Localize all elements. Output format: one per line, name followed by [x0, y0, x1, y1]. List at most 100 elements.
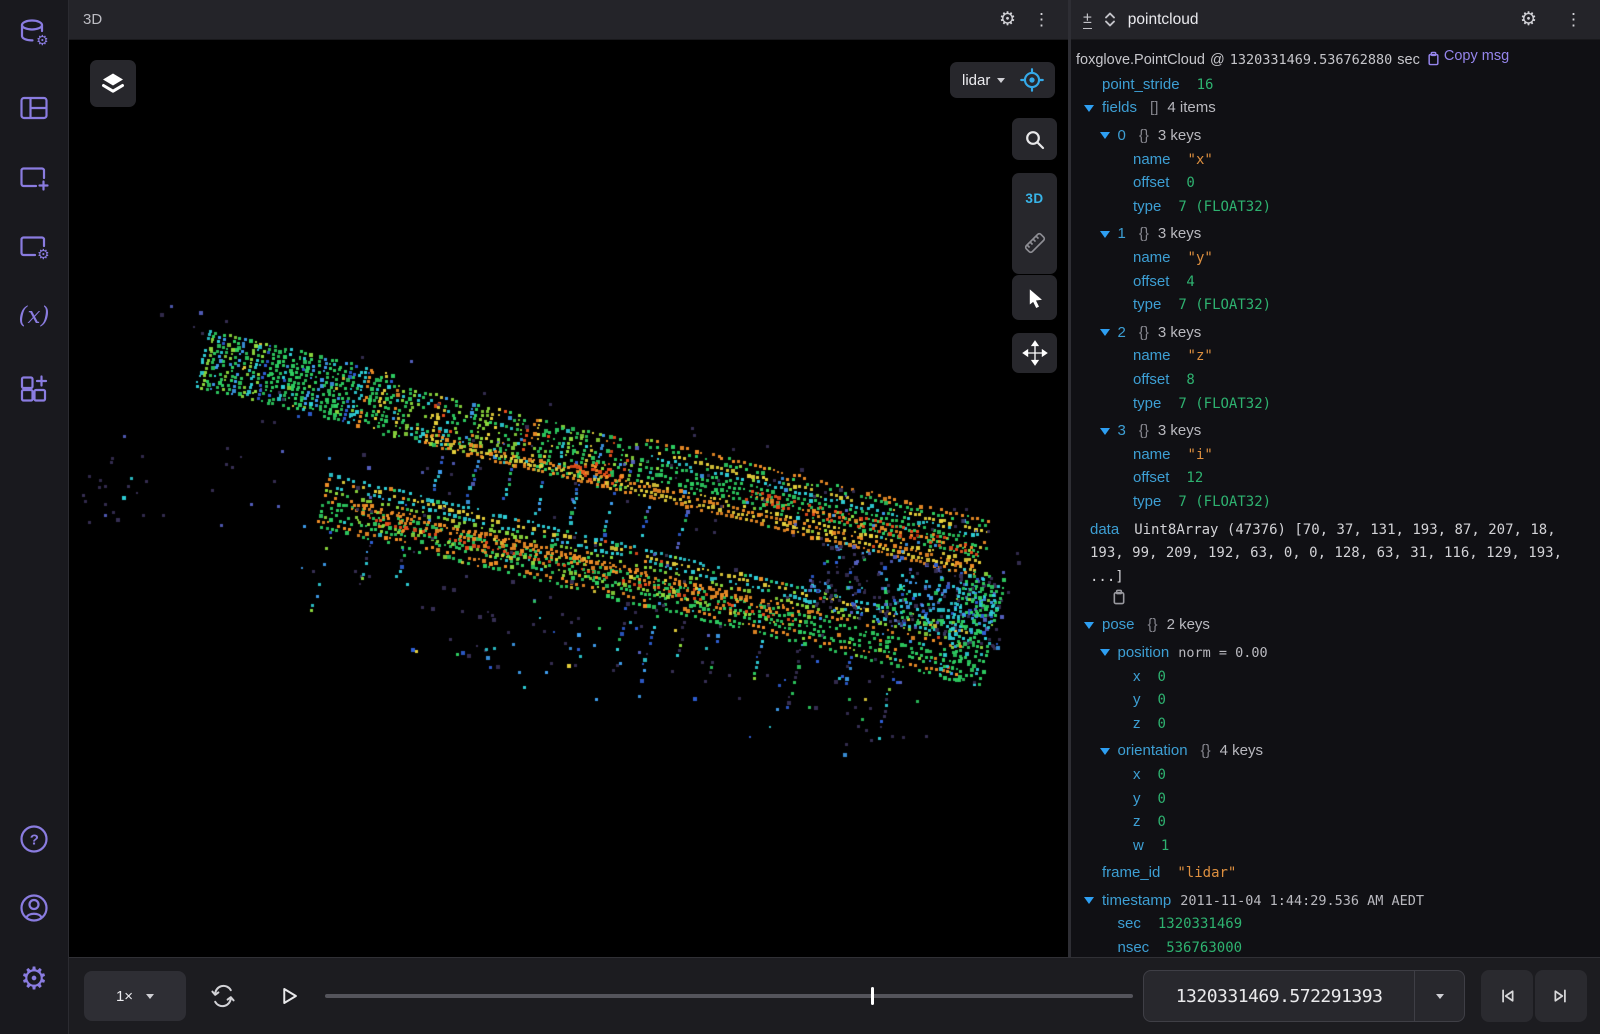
expand-arrow-icon[interactable]	[1100, 748, 1110, 755]
field-key: position	[1118, 641, 1170, 665]
follow-target-icon[interactable]	[1017, 65, 1047, 95]
expand-arrow-icon[interactable]	[1100, 428, 1110, 435]
move-icon	[1021, 339, 1049, 367]
tree-row: sec1320331469	[1071, 912, 1600, 936]
expand-arrow-icon[interactable]	[1100, 329, 1110, 336]
field-key: 1	[1118, 222, 1126, 246]
field-key: type	[1133, 392, 1161, 416]
data-source-icon[interactable]: ⚙	[14, 14, 54, 54]
copy-msg-button[interactable]: Copy msg	[1427, 45, 1509, 69]
field-key: name	[1133, 148, 1171, 172]
tree-row: x0	[1071, 665, 1600, 689]
panel-settings-icon[interactable]: ⚙	[14, 227, 54, 267]
expand-arrow-icon[interactable]	[1100, 132, 1110, 139]
field-key: point_stride	[1102, 73, 1180, 97]
tree-row: type7 (FLOAT32)	[1071, 293, 1600, 317]
tree-row: type 7 (FLOAT32)	[1071, 195, 1600, 219]
play-button[interactable]	[274, 982, 302, 1010]
field-value: 7 (FLOAT32)	[1178, 196, 1271, 220]
pan-tool-button[interactable]	[1012, 333, 1057, 373]
field-value: 0	[1158, 713, 1166, 737]
chevron-down-icon	[146, 994, 154, 1003]
frame-selector[interactable]: lidar	[950, 62, 1055, 98]
tree-row: 0{}3 keys	[1071, 124, 1600, 148]
expand-arrow-icon[interactable]	[1100, 649, 1110, 656]
measure-ruler-icon[interactable]	[1021, 229, 1049, 257]
field-value: 4	[1186, 271, 1194, 295]
pointcloud-canvas[interactable]	[68, 40, 1068, 957]
svg-text:⚙: ⚙	[37, 247, 50, 263]
field-key: x	[1133, 665, 1141, 689]
select-tool-button[interactable]	[1012, 275, 1057, 320]
field-value: 0	[1158, 689, 1166, 713]
expand-collapse-icon[interactable]	[1103, 10, 1117, 29]
seek-backward-button[interactable]	[1481, 970, 1533, 1022]
extensions-icon[interactable]	[14, 368, 54, 408]
expand-arrow-icon[interactable]	[1084, 622, 1094, 629]
field-key: offset	[1133, 466, 1169, 490]
field-value: 536763000	[1166, 937, 1242, 957]
search-button[interactable]	[1012, 118, 1057, 160]
tree-row: offset 4	[1071, 270, 1600, 294]
tree-row: y0	[1071, 688, 1600, 712]
expand-arrow-icon[interactable]	[1084, 897, 1094, 904]
field-value: 7 (FLOAT32)	[1178, 491, 1271, 515]
field-key: name	[1133, 344, 1171, 368]
playhead[interactable]	[871, 987, 874, 1005]
loop-icon	[208, 981, 238, 1011]
field-key: nsec	[1118, 936, 1150, 957]
layers-button[interactable]	[90, 60, 136, 107]
tree-row: pose{}2 keys	[1071, 613, 1600, 637]
layouts-icon[interactable]	[14, 88, 54, 128]
expand-arrow-icon[interactable]	[1084, 105, 1094, 112]
type-brackets: {}	[1139, 124, 1149, 148]
field-key: offset	[1133, 171, 1169, 195]
field-key: offset	[1133, 270, 1169, 294]
field-value: 7 (FLOAT32)	[1178, 393, 1271, 417]
toggle-diff-icon[interactable]: ±	[1083, 11, 1092, 29]
field-value: "x"	[1188, 149, 1213, 173]
play-icon	[274, 982, 302, 1010]
app-settings-icon[interactable]: ⚙	[14, 958, 54, 998]
tree-row: z0	[1071, 712, 1600, 736]
tree-row: offset0	[1071, 171, 1600, 195]
help-icon[interactable]: ?	[14, 819, 54, 859]
chevron-down-icon	[1436, 994, 1444, 1003]
3d-panel: 3D ⚙ ⋮ lidar	[68, 0, 1068, 957]
field-key: z	[1133, 810, 1141, 834]
variables-icon[interactable]: (x)	[14, 296, 54, 336]
current-timestamp[interactable]: 1320331469.572291393	[1144, 971, 1414, 1021]
field-value: 1	[1161, 835, 1169, 859]
tree-row: z0	[1071, 810, 1600, 834]
timestamp-format-button[interactable]	[1414, 971, 1464, 1021]
tree-row: name"y"	[1071, 246, 1600, 270]
tree-row: 1{}3 keys	[1071, 222, 1600, 246]
seek-forward-button[interactable]	[1535, 970, 1587, 1022]
field-key: type	[1133, 195, 1161, 219]
playback-slider[interactable]	[325, 994, 1133, 998]
mode-3d-button[interactable]: 3D	[1025, 191, 1043, 206]
topic-title[interactable]: pointcloud	[1128, 11, 1199, 29]
3d-panel-settings-icon[interactable]: ⚙	[999, 10, 1016, 29]
tree-row: name "x"	[1071, 148, 1600, 172]
3d-panel-menu-icon[interactable]: ⋮	[1033, 11, 1050, 28]
loop-button[interactable]	[208, 981, 238, 1011]
field-summary: 2011-11-04 1:44:29.536 AM AEDT	[1180, 890, 1424, 914]
expand-arrow-icon[interactable]	[1100, 231, 1110, 238]
field-key: type	[1133, 293, 1161, 317]
field-value: 12	[1186, 467, 1203, 491]
tree-row: w1	[1071, 834, 1600, 858]
add-panel-icon[interactable]	[14, 158, 54, 198]
field-value: "z"	[1188, 345, 1213, 369]
account-icon[interactable]	[14, 888, 54, 928]
field-value: 0	[1158, 788, 1166, 812]
next-frame-icon	[1548, 983, 1574, 1009]
field-key: timestamp	[1102, 889, 1171, 913]
field-summary: norm = 0.00	[1178, 642, 1267, 666]
playback-speed-button[interactable]: 1×	[84, 971, 186, 1021]
svg-text:?: ?	[30, 832, 39, 849]
raw-panel-menu-icon[interactable]: ⋮	[1565, 11, 1582, 28]
tree-row: timestamp 2011-11-04 1:44:29.536 AM AEDT	[1071, 889, 1600, 913]
raw-panel-settings-icon[interactable]: ⚙	[1520, 10, 1537, 29]
copy-data-button[interactable]	[1090, 589, 1594, 609]
